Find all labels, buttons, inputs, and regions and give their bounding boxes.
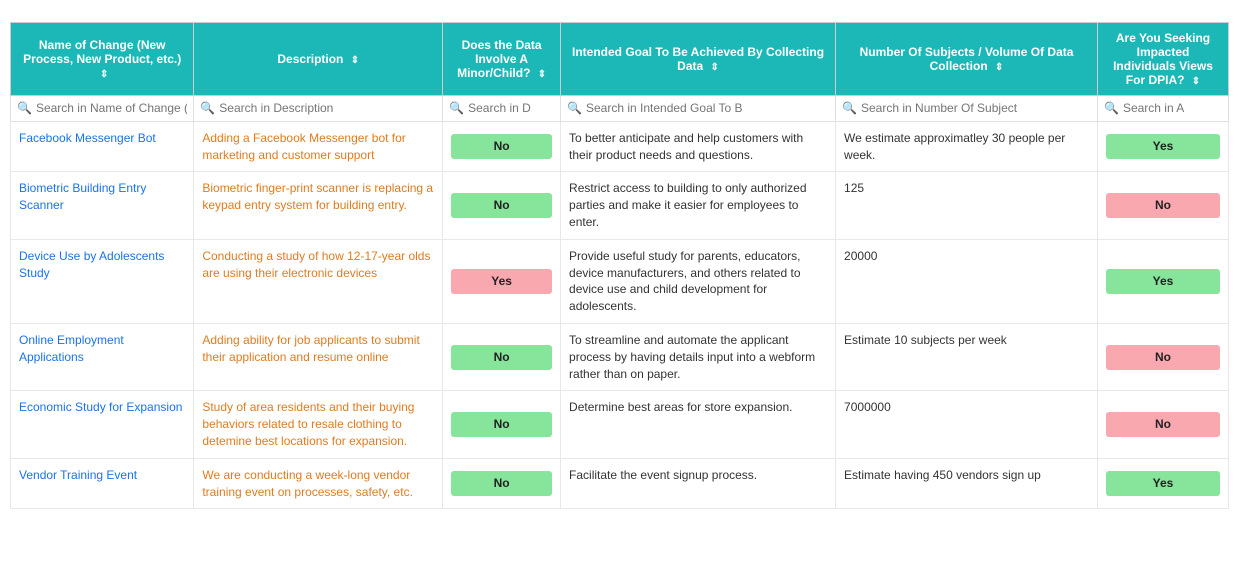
cell-number: 20000 [836, 239, 1098, 323]
sort-icon[interactable]: ⇕ [351, 55, 359, 66]
search-cell-minor: 🔍 [443, 96, 561, 122]
seek-badge: Yes [1106, 269, 1220, 294]
cell-description: Conducting a study of how 12-17-year old… [194, 239, 443, 323]
search-input-name[interactable] [36, 101, 187, 115]
search-cell-goal: 🔍 [561, 96, 836, 122]
cell-minor: Yes [443, 239, 561, 323]
seek-badge: No [1106, 193, 1220, 218]
search-cell-num: 🔍 [836, 96, 1098, 122]
cell-description: We are conducting a week-long vendor tra… [194, 458, 443, 509]
cell-seek: No [1097, 391, 1228, 458]
seek-badge: No [1106, 345, 1220, 370]
cell-goal: To streamline and automate the applicant… [561, 323, 836, 390]
cell-minor: No [443, 323, 561, 390]
sort-icon[interactable]: ⇕ [711, 62, 719, 73]
seek-badge: Yes [1106, 471, 1220, 496]
table-row: Online Employment ApplicationsAdding abi… [11, 323, 1229, 390]
search-icon: 🔍 [200, 100, 215, 117]
column-header-goal[interactable]: Intended Goal To Be Achieved By Collecti… [561, 23, 836, 96]
cell-seek: Yes [1097, 239, 1228, 323]
cell-goal: To better anticipate and help customers … [561, 121, 836, 172]
search-input-goal[interactable] [586, 101, 829, 115]
cell-number: Estimate having 450 vendors sign up [836, 458, 1098, 509]
table-row: Vendor Training EventWe are conducting a… [11, 458, 1229, 509]
cell-number: 7000000 [836, 391, 1098, 458]
minor-badge: No [451, 412, 552, 437]
cell-description: Adding a Facebook Messenger bot for mark… [194, 121, 443, 172]
cell-name: Online Employment Applications [11, 323, 194, 390]
table-row: Economic Study for ExpansionStudy of are… [11, 391, 1229, 458]
search-cell-name: 🔍 [11, 96, 194, 122]
column-header-desc[interactable]: Description ⇕ [194, 23, 443, 96]
table-row: Biometric Building Entry ScannerBiometri… [11, 172, 1229, 239]
cell-minor: No [443, 121, 561, 172]
cell-description: Biometric finger-print scanner is replac… [194, 172, 443, 239]
search-input-minor[interactable] [468, 101, 554, 115]
seek-badge: Yes [1106, 134, 1220, 159]
cell-minor: No [443, 458, 561, 509]
search-input-num[interactable] [861, 101, 1091, 115]
minor-badge: Yes [451, 269, 552, 294]
table-row: Device Use by Adolescents StudyConductin… [11, 239, 1229, 323]
cell-seek: No [1097, 323, 1228, 390]
column-header-minor[interactable]: Does the Data Involve A Minor/Child? ⇕ [443, 23, 561, 96]
sort-icon[interactable]: ⇕ [538, 69, 546, 80]
cell-name: Device Use by Adolescents Study [11, 239, 194, 323]
search-cell-seek: 🔍 [1097, 96, 1228, 122]
cell-minor: No [443, 391, 561, 458]
cell-minor: No [443, 172, 561, 239]
column-header-num[interactable]: Number Of Subjects / Volume Of Data Coll… [836, 23, 1098, 96]
search-icon: 🔍 [1104, 100, 1119, 117]
cell-description: Study of area residents and their buying… [194, 391, 443, 458]
minor-badge: No [451, 471, 552, 496]
cell-number: 125 [836, 172, 1098, 239]
cell-name: Vendor Training Event [11, 458, 194, 509]
cell-seek: Yes [1097, 458, 1228, 509]
cell-number: We estimate approximatley 30 people per … [836, 121, 1098, 172]
cell-goal: Provide useful study for parents, educat… [561, 239, 836, 323]
cell-seek: Yes [1097, 121, 1228, 172]
minor-badge: No [451, 193, 552, 218]
sort-icon[interactable]: ⇕ [100, 69, 108, 80]
column-header-name[interactable]: Name of Change (New Process, New Product… [11, 23, 194, 96]
cell-name: Facebook Messenger Bot [11, 121, 194, 172]
search-icon: 🔍 [842, 100, 857, 117]
cell-goal: Restrict access to building to only auth… [561, 172, 836, 239]
cell-number: Estimate 10 subjects per week [836, 323, 1098, 390]
cell-seek: No [1097, 172, 1228, 239]
cell-name: Economic Study for Expansion [11, 391, 194, 458]
cell-name: Biometric Building Entry Scanner [11, 172, 194, 239]
minor-badge: No [451, 345, 552, 370]
cell-goal: Facilitate the event signup process. [561, 458, 836, 509]
cell-goal: Determine best areas for store expansion… [561, 391, 836, 458]
sort-icon[interactable]: ⇕ [995, 62, 1003, 73]
search-icon: 🔍 [567, 100, 582, 117]
column-header-seek[interactable]: Are You Seeking Impacted Individuals Vie… [1097, 23, 1228, 96]
search-cell-desc: 🔍 [194, 96, 443, 122]
minor-badge: No [451, 134, 552, 159]
search-input-desc[interactable] [219, 101, 436, 115]
cell-description: Adding ability for job applicants to sub… [194, 323, 443, 390]
seek-badge: No [1106, 412, 1220, 437]
table-row: Facebook Messenger BotAdding a Facebook … [11, 121, 1229, 172]
search-icon: 🔍 [17, 100, 32, 117]
search-icon: 🔍 [449, 100, 464, 117]
sort-icon[interactable]: ⇕ [1192, 76, 1200, 87]
search-input-seek[interactable] [1123, 101, 1222, 115]
